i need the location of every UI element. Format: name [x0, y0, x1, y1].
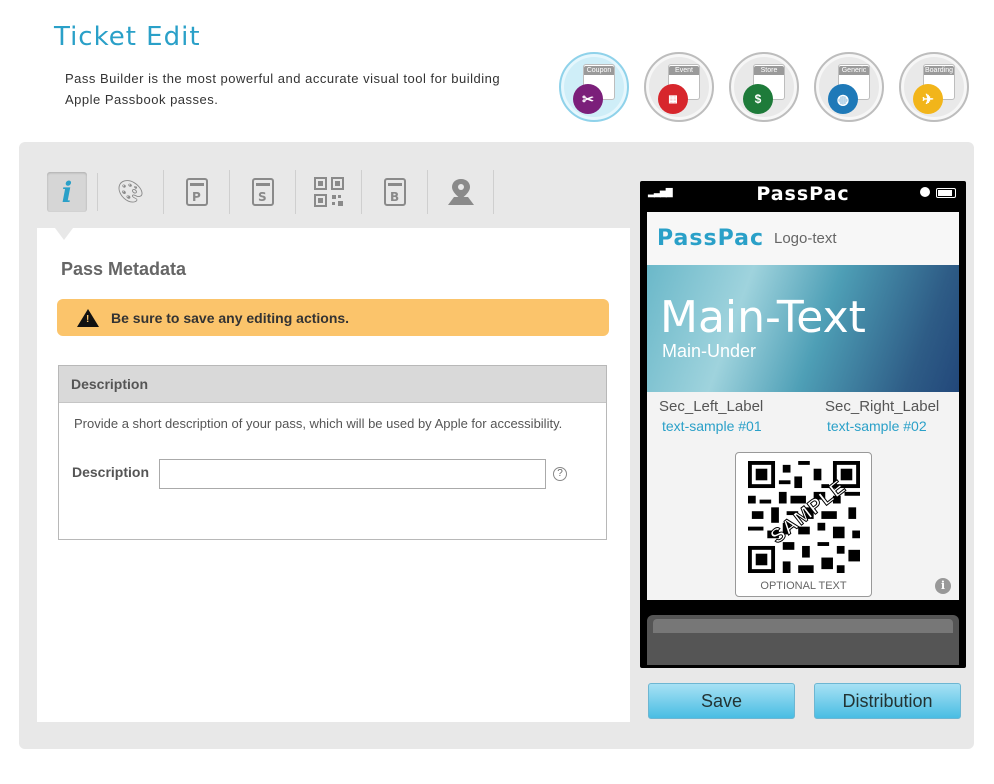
- tab-secondary-fields[interactable]: S: [230, 170, 296, 214]
- pass-type-event[interactable]: Event ▦: [644, 52, 714, 122]
- svg-text:S: S: [258, 190, 267, 204]
- pass-type-label: Event: [669, 66, 699, 75]
- sec-left-label: Sec_Left_Label: [659, 398, 764, 415]
- tab-design[interactable]: 🎨︎: [98, 170, 164, 214]
- warning-text: Be sure to save any editing actions.: [111, 309, 350, 326]
- airplane-icon: ✈: [913, 84, 943, 114]
- status-bar: ▂▃▅▇ PassPac: [640, 181, 966, 207]
- info-icon[interactable]: i: [935, 578, 951, 594]
- tab-back-fields[interactable]: B: [362, 170, 428, 214]
- pass-type-label: Boarding: [924, 66, 954, 75]
- tab-info[interactable]: i: [45, 170, 89, 214]
- sec-right-label: Sec_Right_Label: [825, 398, 940, 415]
- main-text: Main-Text: [660, 292, 866, 343]
- sec-right-value: text-sample #02: [827, 418, 927, 434]
- strip-image: Main-Text Main-Under: [647, 265, 959, 392]
- qr-code-icon: [313, 177, 344, 207]
- palette-icon: 🎨︎: [116, 179, 145, 204]
- description-help: Provide a short description of your pass…: [74, 416, 563, 431]
- pass-tray: [647, 615, 959, 665]
- pass-type-generic[interactable]: Generic ◍: [814, 52, 884, 122]
- warning-icon: !: [77, 308, 99, 327]
- scissors-icon: ✂: [573, 84, 603, 114]
- save-button[interactable]: Save: [648, 683, 795, 719]
- description-box: Description Provide a short description …: [58, 365, 607, 540]
- carrier-name: PassPac: [756, 183, 850, 205]
- description-input[interactable]: [159, 459, 546, 489]
- primary-fields-icon: P: [185, 178, 208, 206]
- map-pin-icon: [447, 179, 474, 205]
- editor-tabs: i 🎨︎ P S B: [45, 170, 494, 214]
- pass-card: PassPac Logo-text Main-Text Main-Under S…: [647, 212, 959, 600]
- pass-preview: ▂▃▅▇ PassPac PassPac Logo-text Main-Text…: [640, 181, 966, 668]
- page-title: Ticket Edit: [54, 22, 201, 52]
- pass-type-label: Store: [754, 66, 784, 75]
- pass-type-store[interactable]: Store $: [729, 52, 799, 122]
- active-tab-pointer: [55, 228, 73, 240]
- main-under: Main-Under: [662, 341, 757, 361]
- help-icon[interactable]: ?: [553, 467, 567, 481]
- pass-logo: PassPac: [657, 226, 764, 251]
- tab-primary-fields[interactable]: P: [164, 170, 230, 214]
- pass-type-label: Generic: [839, 66, 869, 75]
- clock-icon: [920, 187, 930, 197]
- battery-icon: [936, 188, 956, 198]
- section-title: Pass Metadata: [61, 259, 187, 279]
- description-label: Description: [72, 464, 150, 480]
- globe-icon: ◍: [828, 84, 858, 114]
- info-icon: i: [47, 172, 87, 212]
- tab-location[interactable]: [428, 170, 494, 214]
- page-subtitle: Pass Builder is the most powerful and ac…: [65, 71, 501, 107]
- svg-text:B: B: [390, 190, 399, 204]
- calendar-icon: ▦: [658, 84, 688, 114]
- barcode-alt-text: OPTIONAL TEXT: [760, 580, 847, 592]
- pass-type-coupon[interactable]: Coupon ✂: [559, 52, 629, 122]
- dollar-card-icon: $: [743, 84, 773, 114]
- logo-text: Logo-text: [774, 230, 837, 247]
- barcode: SAMPLE OPTIONAL TEXT: [735, 452, 872, 597]
- tab-barcode[interactable]: [296, 170, 362, 214]
- description-header: Description: [59, 366, 606, 403]
- distribution-button[interactable]: Distribution: [814, 683, 961, 719]
- pass-type-boarding[interactable]: Boarding ✈: [899, 52, 969, 122]
- warning-banner: ! Be sure to save any editing actions.: [57, 299, 609, 336]
- secondary-fields-icon: S: [251, 178, 274, 206]
- back-fields-icon: B: [383, 178, 406, 206]
- sec-left-value: text-sample #01: [662, 418, 762, 434]
- pass-type-label: Coupon: [584, 66, 614, 75]
- svg-text:P: P: [192, 190, 201, 204]
